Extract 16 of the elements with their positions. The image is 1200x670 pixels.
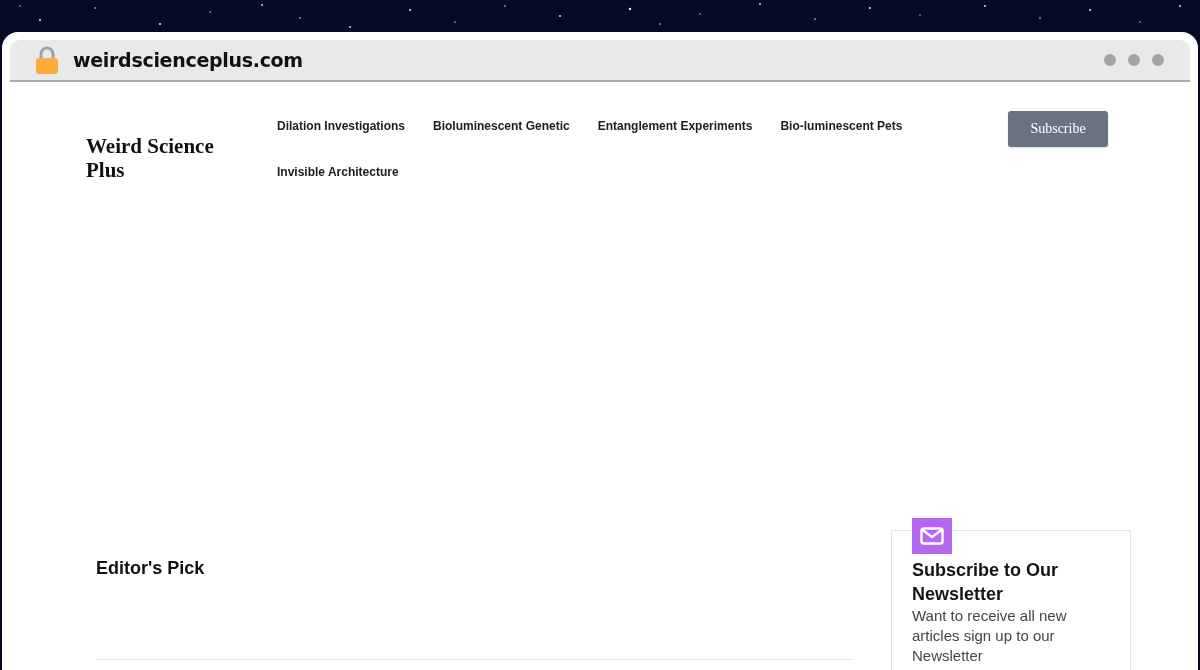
newsletter-heading: Subscribe to Our Newsletter [912, 559, 1060, 606]
window-dot-icon [1152, 54, 1164, 66]
nav-link[interactable]: Bio-luminescent Pets [780, 116, 903, 136]
nav-link[interactable]: Dilation Investigations [277, 116, 405, 136]
mail-icon [912, 518, 952, 554]
newsletter-text: Want to receive all new articles sign up to our Newsletter [912, 606, 1068, 666]
window-dot-icon [1104, 54, 1116, 66]
site-logo[interactable]: Weird Science Plus [86, 134, 236, 182]
window-dot-icon [1128, 54, 1140, 66]
subscribe-button[interactable]: Subscribe [1008, 111, 1108, 147]
nav-link[interactable]: Invisible Architecture [277, 162, 399, 182]
nav-link[interactable]: Entanglement Experiments [597, 116, 753, 136]
nav-link[interactable]: Bioluminescent Genetic [433, 116, 570, 136]
section-heading: Editor's Pick [96, 557, 205, 579]
lock-icon [36, 46, 58, 74]
url-text: weirdscienceplus.com [73, 49, 303, 71]
